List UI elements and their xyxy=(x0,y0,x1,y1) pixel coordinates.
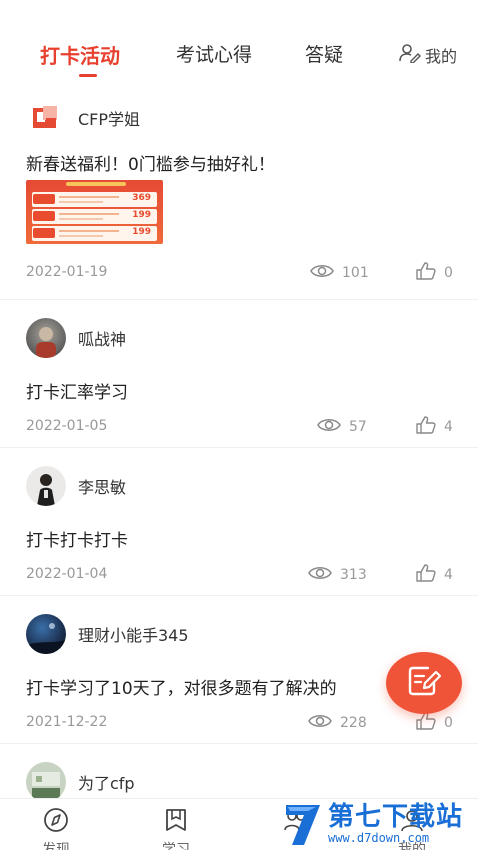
like-button[interactable]: 4 xyxy=(416,564,453,586)
view-count-value: 313 xyxy=(340,567,367,583)
view-count-value: 228 xyxy=(340,715,367,731)
author-name: CFP学姐 xyxy=(78,110,141,129)
post-text: 新春送福利！0门槛参与抽好礼！ xyxy=(26,155,275,175)
poster-tag xyxy=(33,194,55,204)
poster-header xyxy=(66,182,126,186)
author-row[interactable]: 李思敏 xyxy=(26,466,126,506)
post-image[interactable]: 369 199 199 xyxy=(26,180,163,244)
author-row[interactable]: 为了cfp xyxy=(26,762,135,802)
watermark-title: 第七下载站 xyxy=(328,801,464,832)
post-card[interactable]: 李思敏 打卡打卡打卡 2022-01-04 313 4 xyxy=(0,448,478,596)
book-icon xyxy=(162,807,190,837)
poster-price: 369 xyxy=(132,193,151,203)
like-count: 4 xyxy=(444,419,453,435)
eye-icon xyxy=(317,417,341,437)
avatar-photo xyxy=(32,772,60,798)
view-count: 228 xyxy=(308,713,367,733)
like-count: 0 xyxy=(444,715,453,731)
watermark-text: 第七下载站 www.d7down.com xyxy=(328,803,463,845)
poster-price: 199 xyxy=(132,227,151,237)
watermark-logo-icon xyxy=(282,801,324,847)
post-card[interactable]: 为了cfp xyxy=(0,744,478,804)
tab-mine-label: 我的 xyxy=(425,47,458,66)
post-date: 2022-01-04 xyxy=(26,566,108,582)
eye-icon xyxy=(310,263,334,283)
poster-line xyxy=(59,196,119,198)
poster-tag xyxy=(33,211,55,221)
avatar-photo xyxy=(36,327,56,358)
poster-row: 369 xyxy=(32,192,157,207)
poster-line xyxy=(59,235,103,237)
user-edit-icon xyxy=(399,43,421,67)
like-count: 4 xyxy=(444,567,453,583)
post-text: 打卡打卡打卡 xyxy=(26,531,128,551)
post-text: 打卡汇率学习 xyxy=(26,383,128,403)
nav-discover-label: 发现 xyxy=(42,842,70,850)
poster-line xyxy=(59,201,103,203)
author-name: 李思敏 xyxy=(78,478,127,497)
tab-mine[interactable]: 我的 xyxy=(399,43,457,67)
view-count: 313 xyxy=(308,565,367,585)
compose-post-button[interactable] xyxy=(386,652,462,714)
author-row[interactable]: CFP学姐 xyxy=(26,98,140,138)
post-date: 2022-01-19 xyxy=(26,264,108,280)
nav-discover[interactable]: 发现 xyxy=(42,805,70,850)
avatar-photo xyxy=(37,474,55,506)
avatar[interactable] xyxy=(26,98,66,138)
thumbs-up-icon xyxy=(416,416,436,438)
author-name: 理财小能手345 xyxy=(78,626,189,645)
tab-checkin-activity[interactable]: 打卡活动 xyxy=(40,40,120,69)
poster-price: 199 xyxy=(132,210,151,220)
post-card[interactable]: CFP学姐 新春送福利！0门槛参与抽好礼！ 369 199 199 2022-0… xyxy=(0,92,478,300)
view-count: 101 xyxy=(310,263,369,283)
compass-icon xyxy=(42,807,70,837)
poster-line xyxy=(59,213,119,215)
post-text: 打卡学习了10天了，对很多题有了解决的 xyxy=(26,679,337,699)
poster-line xyxy=(59,230,119,232)
like-button[interactable]: 4 xyxy=(416,416,453,438)
edit-note-icon xyxy=(406,664,442,702)
view-count-value: 57 xyxy=(349,419,367,435)
watermark-url: www.d7down.com xyxy=(328,830,430,845)
eye-icon xyxy=(308,713,332,733)
nav-study-label: 学习 xyxy=(162,842,190,850)
thumbs-up-icon xyxy=(416,712,436,734)
tab-exam-experience[interactable]: 考试心得 xyxy=(176,40,252,67)
author-name: 为了cfp xyxy=(78,774,135,793)
avatar[interactable] xyxy=(26,318,66,358)
like-button[interactable]: 0 xyxy=(416,712,453,734)
top-tab-bar: 打卡活动 考试心得 答疑 我的 xyxy=(0,0,478,92)
author-row[interactable]: 理财小能手345 xyxy=(26,614,189,654)
poster-row: 199 xyxy=(32,226,157,241)
avatar[interactable] xyxy=(26,466,66,506)
post-card[interactable]: 呱战神 打卡汇率学习 2022-01-05 57 4 xyxy=(0,300,478,448)
avatar[interactable] xyxy=(26,762,66,802)
active-tab-indicator xyxy=(79,74,97,77)
poster-line xyxy=(59,218,103,220)
post-date: 2021-12-22 xyxy=(26,714,108,730)
site-watermark: 第七下载站 www.d7down.com xyxy=(282,797,478,850)
author-name: 呱战神 xyxy=(78,330,127,349)
thumbs-up-icon xyxy=(416,564,436,586)
post-date: 2022-01-05 xyxy=(26,418,108,434)
nav-study[interactable]: 学习 xyxy=(162,805,190,850)
cfp-logo-icon xyxy=(33,106,57,128)
tab-qa[interactable]: 答疑 xyxy=(305,40,343,67)
view-count: 57 xyxy=(317,417,367,437)
avatar-photo xyxy=(26,623,66,654)
view-count-value: 101 xyxy=(342,265,369,281)
thumbs-up-icon xyxy=(416,262,436,284)
like-button[interactable]: 0 xyxy=(416,262,453,284)
eye-icon xyxy=(308,565,332,585)
like-count: 0 xyxy=(444,265,453,281)
avatar[interactable] xyxy=(26,614,66,654)
author-row[interactable]: 呱战神 xyxy=(26,318,126,358)
poster-row: 199 xyxy=(32,209,157,224)
poster-tag xyxy=(33,228,55,238)
